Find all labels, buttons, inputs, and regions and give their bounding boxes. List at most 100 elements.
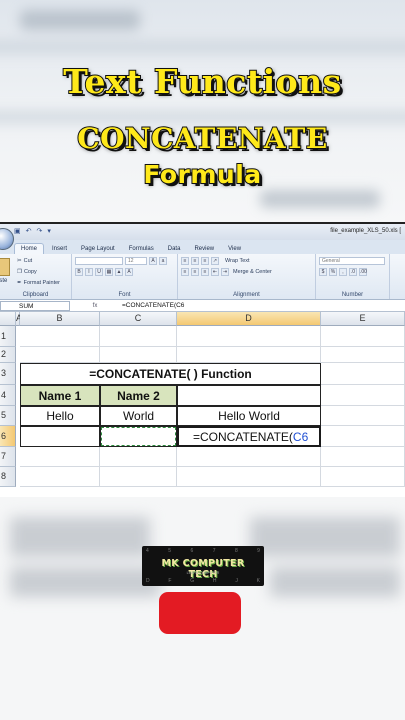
currency-icon[interactable]: $ bbox=[319, 267, 327, 276]
increase-decimal-icon[interactable]: .0 bbox=[349, 267, 357, 276]
cell-e5[interactable] bbox=[321, 406, 405, 426]
cell-d5[interactable]: Hello World bbox=[177, 406, 321, 426]
align-left-icon[interactable]: ≡ bbox=[181, 267, 189, 276]
title-line-concatenate: CONCATENATE bbox=[76, 121, 328, 156]
row-header-1[interactable]: 1 bbox=[0, 326, 16, 347]
decrease-indent-icon[interactable]: ⇤ bbox=[211, 267, 219, 276]
column-header-e[interactable]: E bbox=[321, 312, 405, 326]
cell-b8[interactable] bbox=[20, 467, 100, 487]
format-painter-button[interactable]: ✒ Format Painter bbox=[17, 278, 68, 287]
tab-insert[interactable]: Insert bbox=[46, 244, 73, 254]
save-icon[interactable]: ▣ bbox=[14, 227, 21, 235]
cell-c6-referenced[interactable] bbox=[100, 426, 177, 447]
italic-icon[interactable]: I bbox=[85, 267, 93, 276]
row-header-5[interactable]: 5 bbox=[0, 406, 16, 426]
cell-c2[interactable] bbox=[100, 347, 177, 363]
align-middle-icon[interactable]: ≡ bbox=[191, 256, 199, 265]
font-group-label: Font bbox=[118, 292, 131, 298]
orientation-icon[interactable]: ↗ bbox=[211, 256, 219, 265]
cell-c7[interactable] bbox=[100, 447, 177, 467]
cell-b7[interactable] bbox=[20, 447, 100, 467]
number-format-select[interactable]: General bbox=[319, 256, 385, 265]
shrink-font-icon[interactable]: a bbox=[159, 256, 167, 265]
cell-d7[interactable] bbox=[177, 447, 321, 467]
window-filename: file_example_XLS_50.xls [ bbox=[330, 228, 401, 234]
logo-subtext: LEARN COMPUTER bbox=[186, 571, 220, 575]
font-name-select[interactable] bbox=[75, 256, 123, 265]
comma-icon[interactable]: , bbox=[339, 267, 347, 276]
formula-input[interactable]: =CONCATENATE(C6 bbox=[120, 302, 184, 309]
tab-view[interactable]: View bbox=[222, 244, 247, 254]
select-all-corner[interactable] bbox=[0, 312, 16, 326]
tab-page-layout[interactable]: Page Layout bbox=[75, 244, 121, 254]
align-center-icon[interactable]: ≡ bbox=[191, 267, 199, 276]
paste-icon[interactable] bbox=[0, 258, 10, 276]
fill-color-icon[interactable]: ▲ bbox=[115, 267, 123, 276]
cell-b5[interactable]: Hello bbox=[20, 406, 100, 426]
copy-button[interactable]: ❐ Copy bbox=[17, 267, 68, 276]
cell-b1[interactable] bbox=[20, 326, 100, 347]
grow-font-icon[interactable]: A bbox=[149, 256, 157, 265]
cell-e6[interactable] bbox=[321, 426, 405, 447]
column-header-c[interactable]: C bbox=[100, 312, 177, 326]
excel-window: ▣ ↶ ↷ ▾ file_example_XLS_50.xls [ Home I… bbox=[0, 222, 405, 497]
cell-d8[interactable] bbox=[177, 467, 321, 487]
row-header-2[interactable]: 2 bbox=[0, 347, 16, 363]
row-header-3[interactable]: 3 bbox=[0, 363, 16, 385]
increase-indent-icon[interactable]: ⇥ bbox=[221, 267, 229, 276]
logo-keys-bottom: DFGHJK bbox=[146, 578, 260, 584]
row-header-8[interactable]: 8 bbox=[0, 467, 16, 487]
cell-d2[interactable] bbox=[177, 347, 321, 363]
cell-e3[interactable] bbox=[321, 363, 405, 385]
cell-d6-editing[interactable]: =CONCATENATE(C6 bbox=[177, 426, 321, 447]
tab-formulas[interactable]: Formulas bbox=[123, 244, 160, 254]
header-name1-cell[interactable]: Name 1 bbox=[20, 385, 100, 406]
font-size-select[interactable]: 12 bbox=[125, 256, 147, 265]
cell-e4[interactable] bbox=[321, 385, 405, 406]
cell-e1[interactable] bbox=[321, 326, 405, 347]
align-top-icon[interactable]: ≡ bbox=[181, 256, 189, 265]
title-banner: Text Functions CONCATENATE Formula bbox=[0, 0, 405, 222]
cell-b2[interactable] bbox=[20, 347, 100, 363]
tab-review[interactable]: Review bbox=[188, 244, 220, 254]
subscribe-button[interactable] bbox=[159, 592, 241, 634]
cut-button[interactable]: ✂ Cut bbox=[17, 256, 68, 265]
column-header-d[interactable]: D bbox=[177, 312, 321, 326]
clipboard-group-label: Clipboard bbox=[22, 292, 49, 298]
redo-icon[interactable]: ↷ bbox=[37, 227, 43, 235]
name-box[interactable]: SUM bbox=[0, 300, 70, 311]
cell-c1[interactable] bbox=[100, 326, 177, 347]
table-title-cell[interactable]: =CONCATENATE( ) Function bbox=[20, 363, 321, 385]
undo-icon[interactable]: ↶ bbox=[26, 227, 32, 235]
font-color-icon[interactable]: A bbox=[125, 267, 133, 276]
align-right-icon[interactable]: ≡ bbox=[201, 267, 209, 276]
column-header-b[interactable]: B bbox=[20, 312, 100, 326]
wrap-text-button[interactable]: Wrap Text bbox=[225, 258, 250, 264]
align-bottom-icon[interactable]: ≡ bbox=[201, 256, 209, 265]
brush-icon: ✒ bbox=[17, 279, 22, 286]
header-name2-cell[interactable]: Name 2 bbox=[100, 385, 177, 406]
underline-icon[interactable]: U bbox=[95, 267, 103, 276]
percent-icon[interactable]: % bbox=[329, 267, 337, 276]
tab-data[interactable]: Data bbox=[162, 244, 187, 254]
cell-d1[interactable] bbox=[177, 326, 321, 347]
customize-icon[interactable]: ▾ bbox=[47, 227, 51, 235]
cell-c5[interactable]: World bbox=[100, 406, 177, 426]
row-header-7[interactable]: 7 bbox=[0, 447, 16, 467]
logo-text: MK COMPUTER TECH bbox=[161, 558, 245, 580]
cell-e2[interactable] bbox=[321, 347, 405, 363]
cell-e8[interactable] bbox=[321, 467, 405, 487]
row-header-6[interactable]: 6 bbox=[0, 426, 16, 447]
cell-d4[interactable] bbox=[177, 385, 321, 406]
cell-e7[interactable] bbox=[321, 447, 405, 467]
cell-b6[interactable] bbox=[20, 426, 100, 447]
insert-function-icon[interactable]: fx bbox=[70, 303, 120, 309]
decrease-decimal-icon[interactable]: .00 bbox=[359, 267, 367, 276]
tab-home[interactable]: Home bbox=[14, 243, 45, 254]
merge-center-button[interactable]: Merge & Center bbox=[233, 269, 272, 275]
bold-icon[interactable]: B bbox=[75, 267, 83, 276]
borders-icon[interactable]: ▦ bbox=[105, 267, 113, 276]
cell-c8[interactable] bbox=[100, 467, 177, 487]
row-header-4[interactable]: 4 bbox=[0, 385, 16, 406]
number-group: General $ % , .0 .00 Number bbox=[316, 254, 390, 299]
